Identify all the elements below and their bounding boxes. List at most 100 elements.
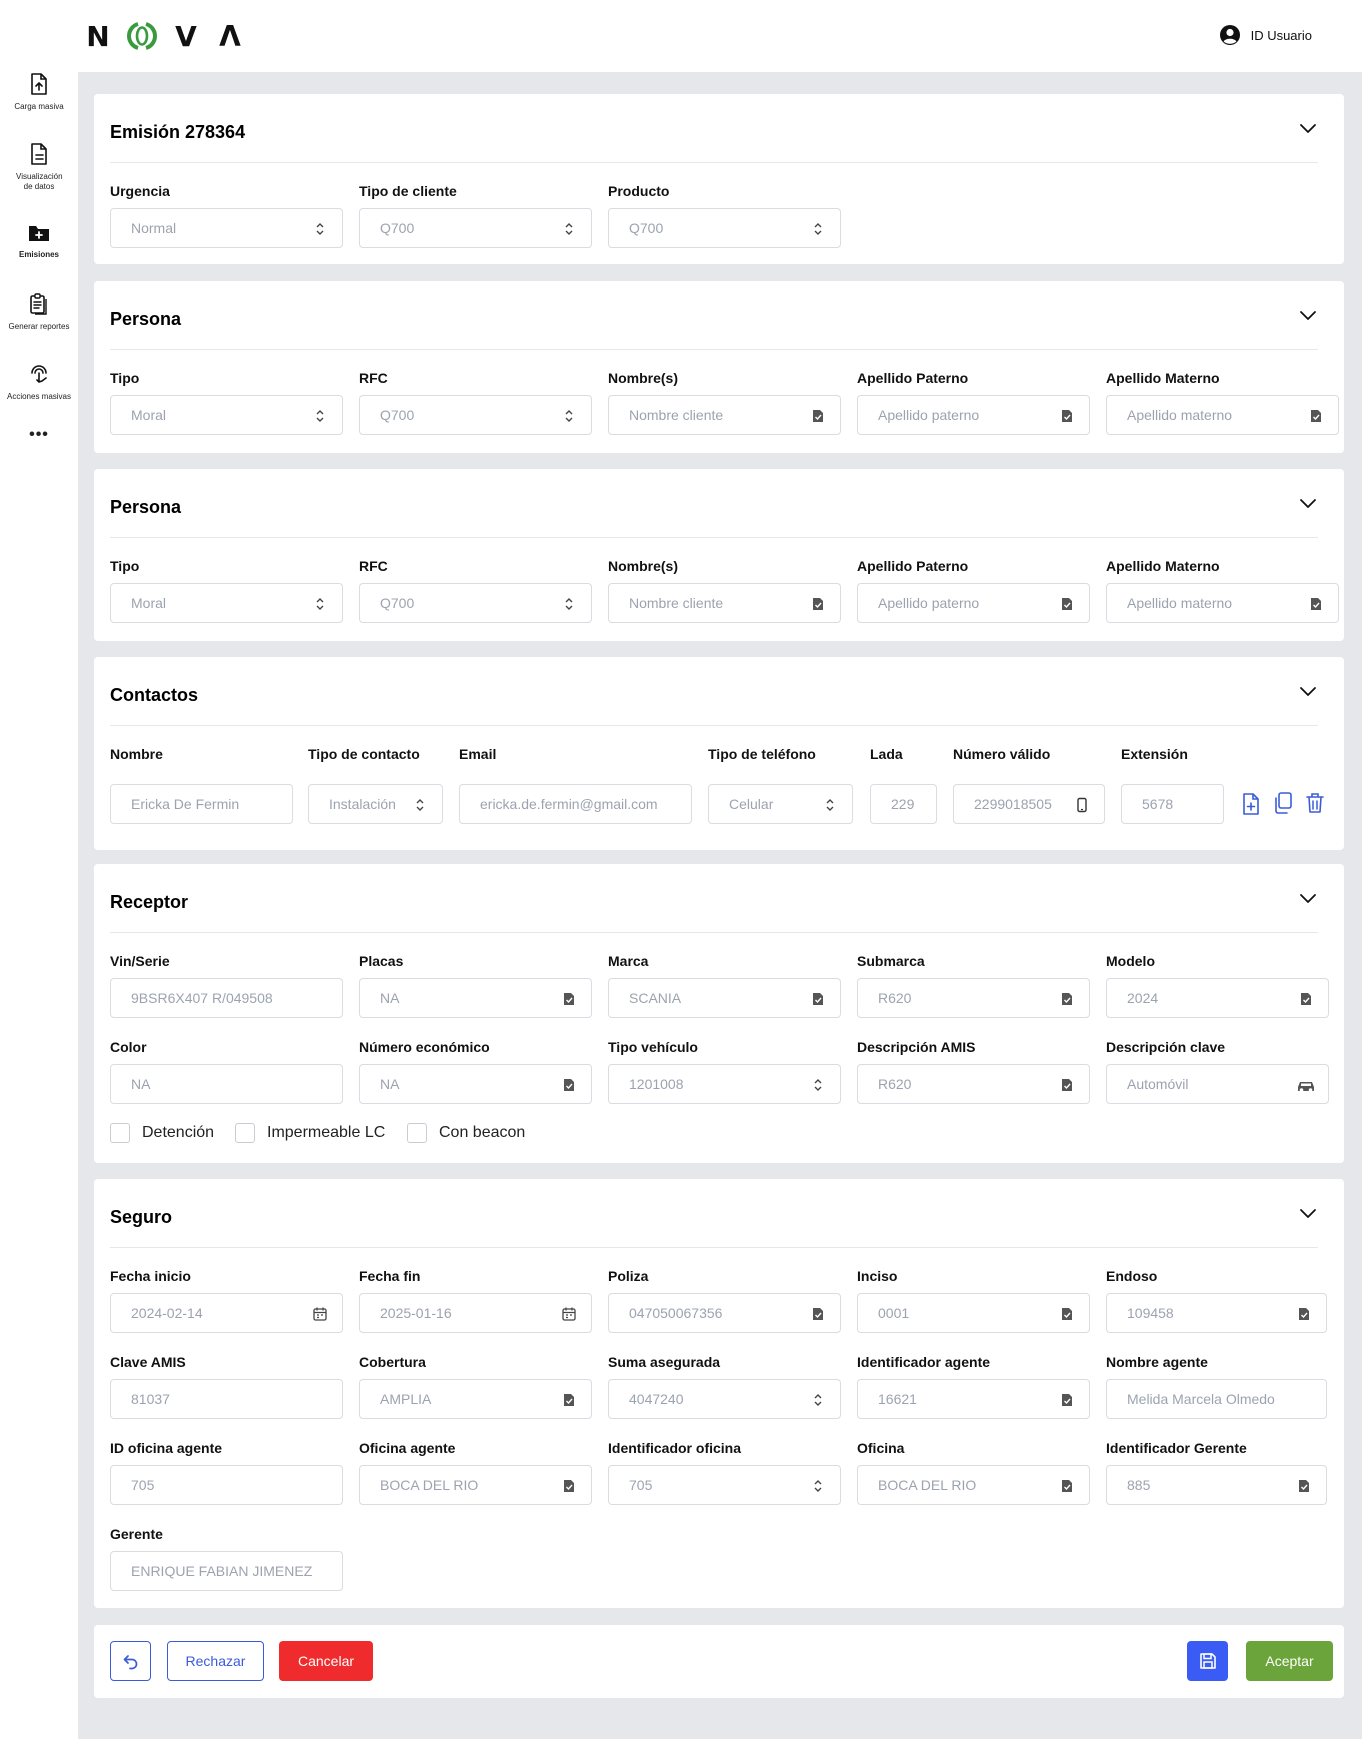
- field-label: Submarca: [857, 953, 925, 969]
- tipo-select[interactable]: Moral: [110, 583, 343, 623]
- poliza-input[interactable]: 047050067356: [608, 1293, 841, 1333]
- tipo-vehiculo-select[interactable]: 1201008: [608, 1064, 841, 1104]
- inciso-input[interactable]: 0001: [857, 1293, 1090, 1333]
- select-arrows-icon: [316, 598, 324, 610]
- card-divider: [110, 1247, 1318, 1248]
- checkbox-box[interactable]: [110, 1123, 130, 1143]
- select-arrows-icon: [814, 1079, 822, 1091]
- user-avatar-icon: [1219, 25, 1240, 45]
- fecha-inicio-input[interactable]: 2024-02-14: [110, 1293, 343, 1333]
- extension-input[interactable]: 5678: [1121, 784, 1224, 824]
- nova-logo[interactable]: N V Λ: [76, 18, 252, 54]
- chevron-down-icon[interactable]: [1298, 681, 1318, 701]
- checkbox-box[interactable]: [235, 1123, 255, 1143]
- gerente-input[interactable]: ENRIQUE FABIAN JIMENEZ: [110, 1551, 343, 1591]
- marca-input[interactable]: SCANIA: [608, 978, 841, 1018]
- apellido-materno-input[interactable]: Apellido materno: [1106, 583, 1339, 623]
- email-input[interactable]: ericka.de.fermin@gmail.com: [459, 784, 692, 824]
- rfc-select[interactable]: Q700: [359, 395, 592, 435]
- submarca-input[interactable]: R620: [857, 978, 1090, 1018]
- apellido-materno-input[interactable]: Apellido materno: [1106, 395, 1339, 435]
- beacon-checkbox[interactable]: Con beacon: [407, 1123, 525, 1143]
- nombre-input[interactable]: Nombre cliente: [608, 583, 841, 623]
- tipo-telefono-select[interactable]: Celular: [708, 784, 853, 824]
- file-check-icon: [1062, 1308, 1072, 1320]
- checkbox-box[interactable]: [407, 1123, 427, 1143]
- oficina-agente-input[interactable]: BOCA DEL RIO: [359, 1465, 592, 1505]
- rfc-select[interactable]: Q700: [359, 583, 592, 623]
- checkbox-label: Detención: [142, 1124, 215, 1141]
- field-label: Apellido Materno: [1106, 558, 1220, 574]
- numero-valido-input[interactable]: 2299018505: [953, 784, 1105, 824]
- suma-asegurada-select[interactable]: 4047240: [608, 1379, 841, 1419]
- tipo-contacto-select[interactable]: Instalación: [308, 784, 443, 824]
- sidebar-item-label: Visualización de datos: [16, 172, 63, 191]
- urgencia-select[interactable]: Normal: [110, 208, 343, 248]
- nombre-agente-input[interactable]: Melida Marcela Olmedo: [1106, 1379, 1327, 1419]
- accept-button[interactable]: Aceptar: [1246, 1641, 1333, 1681]
- add-file-icon[interactable]: [1240, 792, 1262, 816]
- sidebar-item-reportes[interactable]: Generar reportes: [0, 292, 78, 332]
- trash-icon[interactable]: [1304, 791, 1326, 815]
- save-button[interactable]: [1187, 1641, 1228, 1681]
- reject-button[interactable]: Rechazar: [167, 1641, 264, 1681]
- cancel-button[interactable]: Cancelar: [279, 1641, 373, 1681]
- chevron-down-icon[interactable]: [1298, 305, 1318, 325]
- oficina-input[interactable]: BOCA DEL RIO: [857, 1465, 1090, 1505]
- user-label: ID Usuario: [1250, 27, 1312, 43]
- file-check-icon: [1062, 1394, 1072, 1406]
- placas-input[interactable]: NA: [359, 978, 592, 1018]
- endoso-input[interactable]: 109458: [1106, 1293, 1327, 1333]
- field-label: RFC: [359, 370, 388, 386]
- id-oficina-agente-input[interactable]: 705: [110, 1465, 343, 1505]
- modelo-input[interactable]: 2024: [1106, 978, 1329, 1018]
- user-menu[interactable]: ID Usuario: [1219, 24, 1312, 46]
- fecha-fin-input[interactable]: 2025-01-16: [359, 1293, 592, 1333]
- identificador-oficina-select[interactable]: 705: [608, 1465, 841, 1505]
- tipo-select[interactable]: Moral: [110, 395, 343, 435]
- chevron-down-icon[interactable]: [1298, 888, 1318, 908]
- sidebar-item-visualizacion[interactable]: Visualización de datos: [0, 142, 78, 192]
- field-label: Identificador agente: [857, 1354, 991, 1370]
- impermeable-checkbox[interactable]: Impermeable LC: [235, 1123, 385, 1143]
- contacto-nombre-input[interactable]: Ericka De Fermin: [110, 784, 293, 824]
- file-check-icon: [1311, 598, 1321, 610]
- back-button[interactable]: [110, 1641, 151, 1681]
- field-label: Tipo: [110, 558, 140, 574]
- field-label: RFC: [359, 558, 388, 574]
- tipo-cliente-select[interactable]: Q700: [359, 208, 592, 248]
- vin-serie-input[interactable]: 9BSR6X407 R/049508: [110, 978, 343, 1018]
- copy-icon[interactable]: [1272, 791, 1294, 815]
- field-label: Tipo de cliente: [359, 183, 457, 199]
- sidebar-item-acciones-masivas[interactable]: Acciones masivas: [0, 362, 78, 402]
- producto-select[interactable]: Q700: [608, 208, 841, 248]
- nombre-input[interactable]: Nombre cliente: [608, 395, 841, 435]
- detencion-checkbox[interactable]: Detención: [110, 1123, 214, 1143]
- emision-title: Emisión 278364: [110, 122, 246, 142]
- clave-amis-input[interactable]: 81037: [110, 1379, 343, 1419]
- sidebar-item-carga-masiva[interactable]: Carga masiva: [0, 72, 78, 112]
- document-icon: [31, 143, 47, 165]
- color-input[interactable]: NA: [110, 1064, 343, 1104]
- chevron-down-icon[interactable]: [1298, 1203, 1318, 1223]
- field-label: Lada: [870, 746, 903, 762]
- chevron-down-icon[interactable]: [1298, 493, 1318, 513]
- receptor-card: Receptor Vin/Serie 9BSR6X407 R/049508 Pl…: [94, 864, 1344, 1163]
- descripcion-clave-input[interactable]: Automóvil: [1106, 1064, 1329, 1104]
- identificador-agente-input[interactable]: 16621: [857, 1379, 1090, 1419]
- chevron-down-icon[interactable]: [1298, 118, 1318, 138]
- apellido-paterno-input[interactable]: Apellido paterno: [857, 583, 1090, 623]
- file-upload-icon: [31, 73, 47, 95]
- field-label: Vin/Serie: [110, 953, 170, 969]
- identificador-gerente-input[interactable]: 885: [1106, 1465, 1327, 1505]
- numero-economico-input[interactable]: NA: [359, 1064, 592, 1104]
- apellido-paterno-input[interactable]: Apellido paterno: [857, 395, 1090, 435]
- descripcion-amis-input[interactable]: R620: [857, 1064, 1090, 1104]
- cobertura-input[interactable]: AMPLIA: [359, 1379, 592, 1419]
- sidebar: Carga masiva Visualización de datos Emis…: [0, 72, 78, 1739]
- lada-input[interactable]: 229: [870, 784, 937, 824]
- clipboard-icon: [30, 293, 47, 315]
- sidebar-more-button[interactable]: •••: [0, 427, 78, 443]
- receptor-title: Receptor: [110, 892, 189, 912]
- sidebar-item-emisiones[interactable]: Emisiones: [0, 222, 78, 260]
